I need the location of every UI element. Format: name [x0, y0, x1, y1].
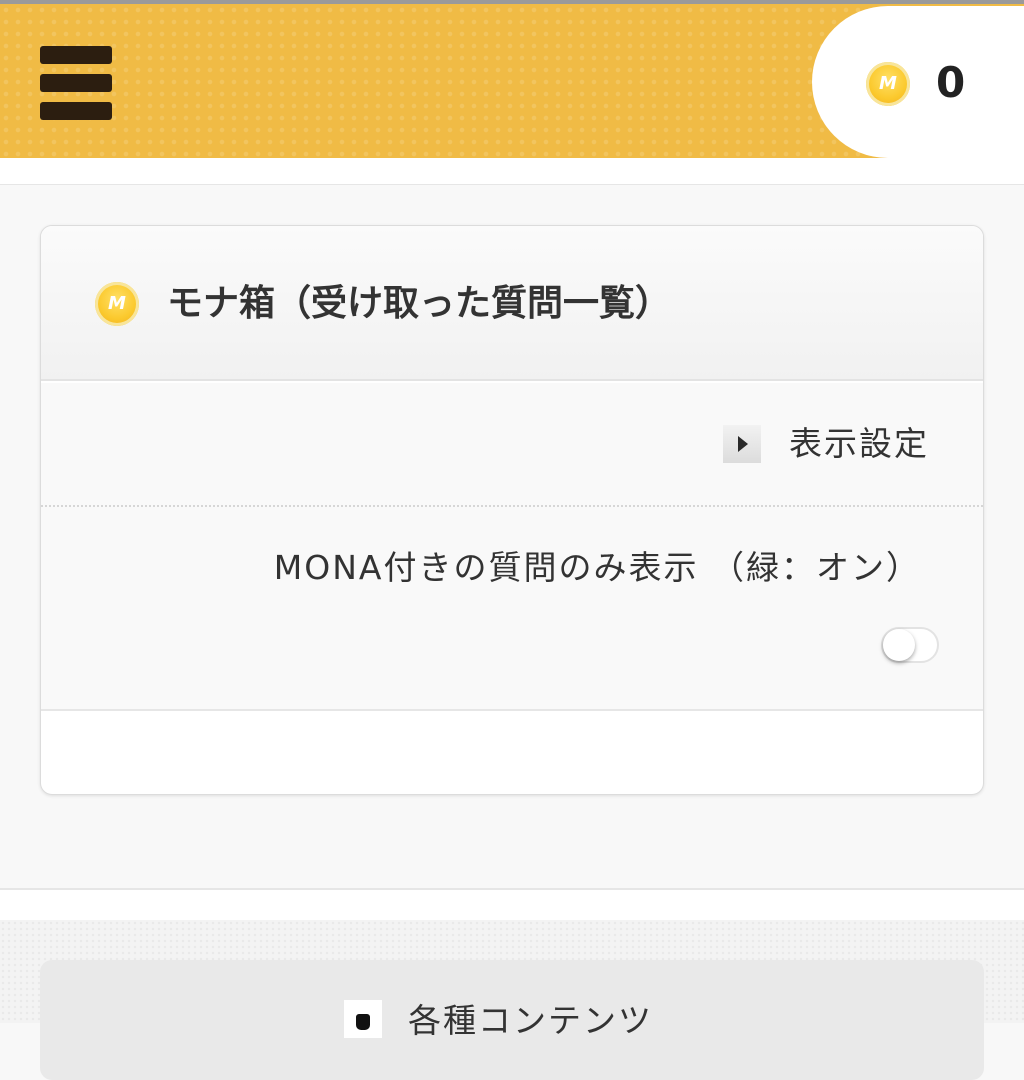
mona-box-card: モナ箱（受け取った質問一覧） 表示設定 MONA付きの質問のみ表示 （緑：オン） — [40, 225, 984, 795]
card-header: モナ箱（受け取った質問一覧） — [41, 226, 983, 381]
page-divider — [0, 888, 1024, 920]
mona-coin-icon — [95, 282, 139, 326]
site-header: 0 — [0, 0, 1024, 158]
mona-coin-icon — [866, 62, 910, 106]
contents-label: 各種コンテンツ — [408, 1001, 653, 1040]
footer-area: 各種コンテンツ — [0, 920, 1024, 1080]
mona-only-toggle[interactable] — [881, 627, 939, 663]
display-settings-toggle[interactable]: 表示設定 — [41, 383, 983, 507]
menu-bar-top — [40, 46, 112, 64]
menu-bar-middle — [40, 74, 112, 92]
menu-bar-bottom — [40, 102, 112, 120]
page-title: モナ箱（受け取った質問一覧） — [167, 283, 672, 324]
contents-menu-button[interactable]: 各種コンテンツ — [40, 960, 984, 1080]
balance-value: 0 — [936, 58, 966, 107]
display-settings-label: 表示設定 — [789, 424, 929, 463]
cat-icon — [344, 1000, 382, 1038]
header-strip — [0, 158, 1024, 185]
mona-filter-row: MONA付きの質問のみ表示 （緑：オン） — [41, 507, 983, 711]
triangle-right-icon — [723, 425, 761, 463]
mona-balance[interactable]: 0 — [812, 6, 1024, 158]
toggle-knob — [883, 629, 915, 661]
mona-filter-label: MONA付きの質問のみ表示 （緑：オン） — [273, 548, 921, 587]
hamburger-menu-icon[interactable] — [40, 46, 112, 122]
